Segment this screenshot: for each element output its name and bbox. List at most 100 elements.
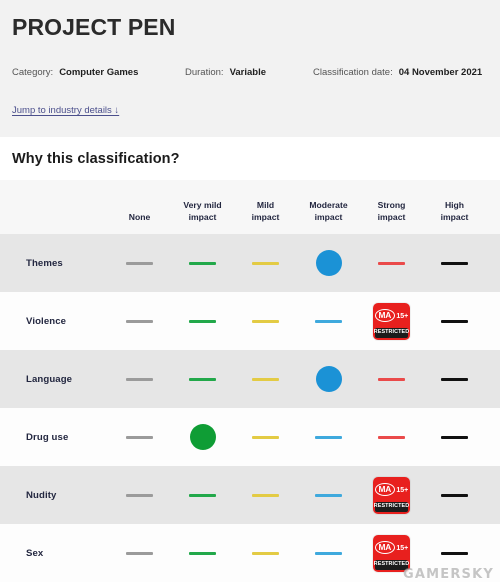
impact-level-dash-none [108,466,171,524]
impact-cell [171,524,234,583]
column-header-strong-line1: Strong [377,200,406,210]
column-header-none-line1: None [128,211,151,222]
impact-level-dash-moderate [297,292,360,350]
row-label-language: Language [0,350,108,409]
impact-cell [108,524,171,583]
ma-rating-code: MA [374,309,395,323]
impact-cell: MA 15+ RESTRICTED [360,292,423,351]
table-row: Nudity MA 15+ RESTRICTED [0,466,500,525]
row-spacer-cell [486,234,500,293]
impact-level-dash-moderate [297,524,360,582]
impact-level-dash-moderate [297,466,360,524]
table-row: Violence MA 15+ RESTRICTED [0,292,500,351]
impact-cell [423,234,486,293]
impact-cell [171,350,234,409]
column-header-none: None [108,180,171,235]
row-label-themes: Themes [0,234,108,293]
impact-cell [108,466,171,525]
impact-cell [108,350,171,409]
ma-restriction-bar: RESTRICTED [373,559,410,570]
column-header-moderate-line2: impact [314,211,343,222]
row-spacer-cell [486,292,500,351]
impact-scale-tick [252,319,279,323]
title-banner: PROJECT PEN Category: Computer Games Dur… [0,0,500,137]
ma-age-label: 15+ [396,544,409,552]
meta-date-label: Classification date: [313,67,393,79]
impact-scale-tick [252,377,279,381]
impact-scale-tick [441,551,468,555]
ma-age-label: 15+ [396,312,409,320]
metadata-row: Category: Computer Games Duration: Varia… [12,67,488,78]
impact-level-dot-moderate [297,234,360,292]
impact-cell [171,408,234,467]
column-header-mild: Mild impact [234,180,297,235]
selected-impact-marker [189,424,216,451]
ma-restriction-label: RESTRICTED [373,560,410,567]
impact-scale-tick [189,551,216,555]
table-row: Language [0,350,500,409]
impact-cell [297,524,360,583]
ma15-badge-top: MA 15+ [373,535,410,560]
impact-cell [234,234,297,293]
column-header-high-line1: High [444,200,465,210]
impact-scale-tick [126,435,153,439]
impact-scale-tick [126,493,153,497]
impact-scale-tick [126,551,153,555]
impact-level-dash-verymild [171,292,234,350]
impact-scale-tick [441,261,468,265]
impact-cell [360,234,423,293]
row-spacer-cell [486,408,500,467]
ma-restriction-label: RESTRICTED [373,502,410,509]
impact-scale-tick [126,377,153,381]
impact-cell [423,408,486,467]
impact-cell [423,524,486,583]
impact-level-dash-verymild [171,524,234,582]
impact-level-dash-high [423,524,486,582]
impact-cell [423,350,486,409]
impact-level-dash-mild [234,234,297,292]
ma-restriction-label: RESTRICTED [373,328,410,335]
ma15-badge-graphic: MA 15+ RESTRICTED [373,534,410,572]
impact-level-dash-strong [360,234,423,292]
ma-restriction-bar: RESTRICTED [373,501,410,512]
impact-cell [234,292,297,351]
impact-level-dash-mild [234,524,297,582]
column-header-moderate-line1: Moderate [309,200,348,210]
impact-level-dot-verymild [171,408,234,466]
meta-duration-label: Duration: [185,67,224,79]
table-row: Drug use [0,408,500,467]
impact-level-dash-high [423,350,486,408]
ma15-badge-graphic: MA 15+ RESTRICTED [373,476,410,514]
impact-level-dash-mild [234,292,297,350]
selected-impact-marker [315,366,342,393]
impact-cell [297,292,360,351]
column-header-strong-line2: impact [377,211,406,222]
table-header: None Very mild impact Mild impact Modera… [0,180,500,235]
impact-cell [423,466,486,525]
impact-scale-tick [441,377,468,381]
row-spacer-cell [486,466,500,525]
column-header-element [0,180,108,235]
column-header-high-line2: impact [440,211,469,222]
impact-scale-tick [378,377,405,381]
section-heading: Why this classification? [12,151,180,167]
meta-duration-value: Variable [229,67,267,79]
impact-level-dash-mild [234,466,297,524]
jump-to-industry-details-link[interactable]: Jump to industry details ↓ [12,105,119,116]
meta-classification-date: Classification date: 04 November 2021 [313,67,482,78]
impact-scale-tick [252,493,279,497]
ma-restriction-bar: RESTRICTED [373,327,410,338]
impact-cell [171,234,234,293]
impact-level-dash-none [108,292,171,350]
impact-cell [234,466,297,525]
ma15-restricted-badge: MA 15+ RESTRICTED [360,466,423,524]
impact-level-dot-moderate [297,350,360,408]
ma-rating-code: MA [374,483,395,497]
column-header-mild-line2: impact [251,211,280,222]
meta-date-value: 04 November 2021 [398,67,483,79]
meta-duration: Duration: Variable [185,67,313,78]
row-spacer-cell [486,350,500,409]
table-row: Themes [0,234,500,293]
column-header-very-mild-line1: Very mild [183,200,222,210]
impact-scale-tick [189,377,216,381]
